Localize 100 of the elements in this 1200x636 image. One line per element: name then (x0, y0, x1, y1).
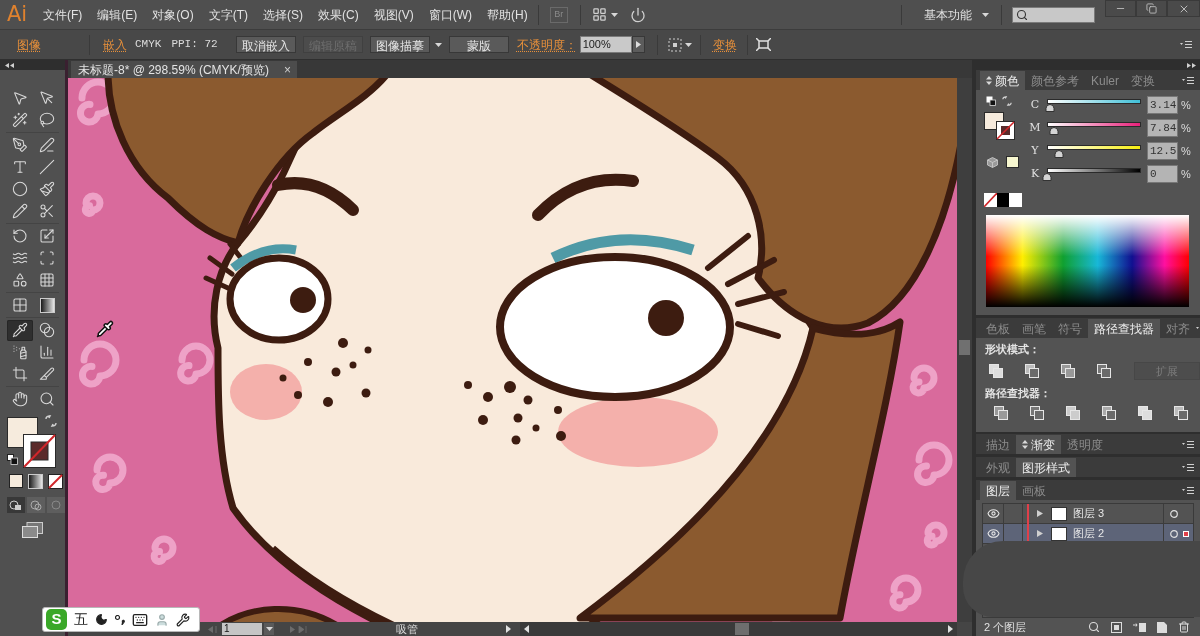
channel-slider[interactable] (1047, 144, 1141, 158)
value-field[interactable]: 12.5 (1147, 142, 1178, 160)
opacity-link[interactable]: 不透明度： (516, 35, 577, 54)
power-icon[interactable] (629, 6, 646, 23)
right-triangle-icon[interactable] (1037, 530, 1043, 537)
search-field[interactable] (1012, 6, 1095, 23)
value-field[interactable]: 3.14 (1147, 96, 1178, 114)
overlapping-squares-icon[interactable] (1138, 406, 1152, 420)
new-sublayer-icon[interactable] (1133, 621, 1146, 633)
default-colors-icon[interactable] (986, 96, 996, 106)
color-swatch[interactable] (997, 193, 1009, 207)
caret-down-icon[interactable] (684, 42, 692, 47)
moon-icon[interactable] (95, 613, 108, 626)
menu-item[interactable]: 窗口(W) (428, 5, 472, 24)
panel-tab[interactable]: 路径查找器 (1088, 319, 1160, 338)
vertical-scrollbar[interactable] (957, 78, 972, 622)
panel-tab[interactable]: 颜色 (980, 71, 1025, 90)
swap-arrows-icon[interactable] (45, 415, 57, 427)
panel-menu-icon[interactable] (1180, 41, 1192, 48)
new-layer-icon[interactable] (1157, 621, 1167, 633)
screen-mode-icon[interactable] (22, 522, 43, 538)
panel-tab[interactable]: 透明度 (1061, 435, 1109, 454)
panel-tab[interactable]: Kuler (1085, 71, 1125, 90)
eye-icon[interactable] (986, 527, 1000, 540)
search-icon[interactable] (1088, 621, 1100, 633)
panel-tab[interactable]: 画板 (1016, 481, 1052, 500)
embed-link[interactable]: 嵌入 (103, 35, 127, 54)
panel-tab[interactable]: 颜色参考 (1025, 71, 1085, 90)
slider-thumb[interactable] (1045, 104, 1055, 112)
target-circle-icon[interactable] (1170, 509, 1178, 518)
overlapping-squares-icon[interactable] (1061, 364, 1075, 378)
panel-menu-icon[interactable] (1182, 440, 1194, 448)
restore-button[interactable] (1136, 0, 1167, 17)
document-tab[interactable]: 未标题-8* @ 298.59% (CMYK/预览) × (71, 61, 297, 78)
close-button[interactable] (1167, 0, 1200, 17)
layer-row[interactable]: 图层 2 (983, 524, 1193, 544)
collapse-arrows-icon[interactable] (5, 62, 15, 68)
panel-tab[interactable]: 对齐 (1160, 319, 1196, 338)
tool-button[interactable] (7, 319, 33, 341)
color-mode-button[interactable] (9, 474, 23, 488)
right-triangle-icon[interactable] (1037, 510, 1043, 517)
panel-tab[interactable]: 描边 (980, 435, 1016, 454)
menu-item[interactable]: 视图(V) (373, 5, 414, 24)
cube-icon[interactable] (987, 156, 998, 168)
up-down-arrows-icon[interactable] (1022, 440, 1028, 449)
overlapping-squares-icon[interactable] (1102, 406, 1116, 420)
menu-item[interactable]: 文字(T) (208, 5, 248, 24)
color-spectrum[interactable] (986, 215, 1189, 307)
panel-tab[interactable]: 画笔 (1016, 319, 1052, 338)
isolate-frame-icon[interactable] (755, 38, 771, 51)
clip-mask-icon[interactable] (1111, 621, 1122, 633)
caret-down-icon[interactable] (610, 12, 618, 17)
layout-grid-icon[interactable] (591, 7, 607, 22)
fill-stroke-swatches[interactable] (984, 112, 1015, 140)
gamut-swatch[interactable] (1006, 156, 1019, 168)
input-mode-label[interactable]: 五 (74, 609, 88, 630)
value-field[interactable]: 7.84 (1147, 119, 1178, 137)
panel-tab[interactable]: 渐变 (1016, 435, 1061, 454)
panel-tab[interactable]: 色板 (980, 319, 1016, 338)
status-menu-arrow-icon[interactable] (506, 625, 511, 633)
toolbar-button[interactable]: 蒙版 (448, 36, 509, 53)
transform-link[interactable]: 变换 (712, 35, 737, 54)
expand-arrows-icon[interactable] (1186, 62, 1196, 68)
panel-tab[interactable]: 图形样式 (1016, 458, 1076, 477)
fill-stroke-swatches[interactable] (7, 417, 56, 468)
page-dropdown-button[interactable] (264, 623, 274, 635)
overlapping-squares-icon[interactable] (1174, 406, 1188, 420)
slider-thumb[interactable] (1049, 127, 1059, 135)
panel-menu-icon[interactable] (1182, 76, 1194, 84)
overlapping-squares-icon[interactable] (994, 406, 1008, 420)
panel-tab[interactable]: 图层 (980, 481, 1016, 500)
scrollbar-thumb[interactable] (959, 340, 970, 355)
workspace-switcher[interactable]: 基本功能 (924, 5, 972, 24)
overlapping-squares-icon[interactable] (1025, 364, 1039, 378)
slider-thumb[interactable] (1054, 150, 1064, 158)
overlapping-squares-icon[interactable] (989, 364, 1003, 378)
caret-down-icon[interactable] (982, 12, 989, 17)
menu-item[interactable]: 编辑(E) (97, 5, 138, 24)
menu-item[interactable]: 文件(F) (43, 5, 83, 24)
tab-close-button[interactable]: × (284, 60, 291, 79)
panel-tab[interactable]: 符号 (1052, 319, 1088, 338)
value-field[interactable]: 0 (1147, 165, 1178, 183)
slider-thumb[interactable] (1042, 173, 1052, 181)
toolbar-button[interactable]: 取消嵌入 (235, 36, 296, 53)
panel-tab[interactable]: 外观 (980, 458, 1016, 477)
toolbar-button[interactable]: 图像描摹 (369, 36, 430, 53)
panel-menu-icon[interactable] (1182, 486, 1194, 494)
eye-icon[interactable] (986, 507, 1000, 520)
panel-tab[interactable]: 变换 (1125, 71, 1161, 90)
menu-item[interactable]: 帮助(H) (487, 5, 528, 24)
menu-item[interactable]: 对象(O) (152, 5, 194, 24)
none-mode-button[interactable] (48, 474, 63, 489)
menu-item[interactable]: 选择(S) (263, 5, 303, 24)
page-field[interactable]: 1 (222, 623, 262, 635)
keyboard-icon[interactable] (132, 611, 148, 628)
color-swatch[interactable] (1009, 193, 1022, 207)
channel-slider[interactable] (1047, 98, 1141, 112)
draw-normal-icon[interactable] (7, 497, 25, 513)
panel-menu-icon[interactable] (1182, 463, 1194, 471)
scroll-left-icon[interactable] (524, 625, 529, 633)
